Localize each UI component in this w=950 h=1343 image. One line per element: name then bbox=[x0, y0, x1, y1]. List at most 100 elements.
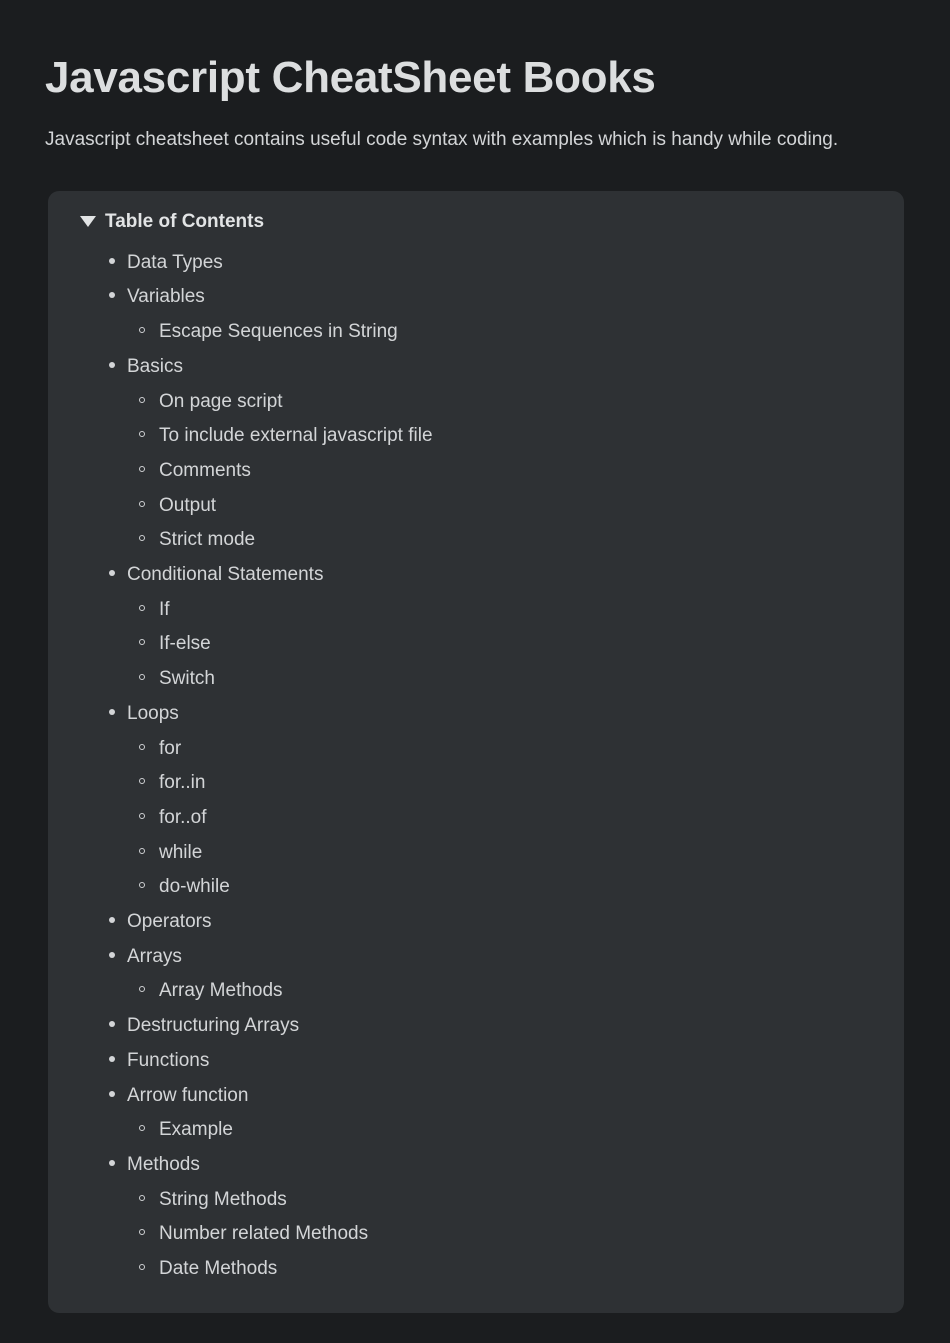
toc-entry-label: for..of bbox=[159, 806, 207, 828]
toc-entry[interactable]: Array Methods bbox=[72, 974, 880, 1009]
toc-entry[interactable]: Number related Methods bbox=[72, 1217, 880, 1252]
toc-entry[interactable]: Conditional Statements bbox=[72, 558, 880, 593]
toc-entry[interactable]: Methods bbox=[72, 1148, 880, 1183]
toc-entry[interactable]: Arrow function bbox=[72, 1079, 880, 1114]
toc-entry-label: for..in bbox=[159, 772, 206, 794]
page-description: Javascript cheatsheet contains useful co… bbox=[45, 128, 839, 150]
toc-entry-label: Destructuring Arrays bbox=[127, 1015, 300, 1037]
toc-item: Loops for for..in for..of while do-while bbox=[72, 697, 880, 905]
circle-bullet-icon bbox=[139, 870, 159, 905]
disc-bullet-icon bbox=[109, 350, 127, 385]
table-of-contents-label: Table of Contents bbox=[105, 210, 265, 232]
toc-entry[interactable]: Functions bbox=[72, 1044, 880, 1079]
toc-entry-label: To include external javascript file bbox=[159, 425, 433, 447]
toc-entry-label: Arrays bbox=[127, 945, 182, 967]
toc-entry[interactable]: Variables bbox=[72, 280, 880, 315]
toc-entry[interactable]: for..in bbox=[72, 766, 880, 801]
circle-bullet-icon bbox=[139, 593, 159, 628]
toc-entry[interactable]: Example bbox=[72, 1113, 880, 1148]
toc-entry-label: do-while bbox=[159, 876, 230, 898]
toc-entry[interactable]: do-while bbox=[72, 870, 880, 905]
toc-sub-item: Date Methods bbox=[72, 1252, 880, 1287]
toc-sub-item: Strict mode bbox=[72, 523, 880, 558]
toc-entry-label: Loops bbox=[127, 702, 179, 724]
toc-entry-label: Variables bbox=[127, 286, 205, 308]
disc-bullet-icon bbox=[109, 246, 127, 281]
circle-bullet-icon bbox=[139, 836, 159, 871]
toc-entry[interactable]: Comments bbox=[72, 454, 880, 489]
toc-sub-item: String Methods bbox=[72, 1183, 880, 1218]
circle-bullet-icon bbox=[139, 1183, 159, 1218]
toc-item: Variables Escape Sequences in String bbox=[72, 280, 880, 349]
toc-entry-label: Methods bbox=[127, 1154, 200, 1175]
toc-sub-item: Example bbox=[72, 1113, 880, 1148]
toc-entry[interactable]: If bbox=[72, 593, 880, 628]
page-container: Javascript CheatSheet Books Javascript c… bbox=[0, 0, 950, 1313]
circle-bullet-icon bbox=[139, 489, 159, 524]
toc-entry[interactable]: Escape Sequences in String bbox=[72, 315, 880, 350]
toc-sub-item: do-while bbox=[72, 870, 880, 905]
circle-bullet-icon bbox=[139, 662, 159, 697]
toc-entry-label: Number related Methods bbox=[159, 1223, 369, 1245]
disc-bullet-icon bbox=[109, 697, 127, 732]
toc-sub-list: If If-else Switch bbox=[72, 593, 880, 697]
toc-item: Conditional Statements If If-else Switch bbox=[72, 558, 880, 697]
toc-entry[interactable]: Loops bbox=[72, 697, 880, 732]
circle-bullet-icon bbox=[139, 801, 159, 836]
toc-entry[interactable]: for..of bbox=[72, 801, 880, 836]
circle-bullet-icon bbox=[139, 315, 159, 350]
toc-entry-label: Comments bbox=[159, 459, 251, 481]
page-title: Javascript CheatSheet Books bbox=[45, 53, 656, 102]
toc-entry-label: Strict mode bbox=[159, 529, 256, 551]
toc-entry-label: If-else bbox=[159, 633, 211, 655]
toc-entry-label: Output bbox=[159, 494, 217, 516]
toc-entry-label: Arrow function bbox=[127, 1084, 249, 1106]
toc-sub-item: Output bbox=[72, 489, 880, 524]
toc-sub-item: for..in bbox=[72, 766, 880, 801]
toc-sub-item: for bbox=[72, 732, 880, 767]
toc-entry-label: Switch bbox=[159, 668, 215, 690]
disc-bullet-icon bbox=[109, 280, 127, 315]
toc-entry[interactable]: Basics bbox=[72, 350, 880, 385]
toc-entry[interactable]: Date Methods bbox=[72, 1252, 880, 1287]
toc-entry[interactable]: Switch bbox=[72, 662, 880, 697]
toc-sub-item: If bbox=[72, 593, 880, 628]
toc-sub-item: On page script bbox=[72, 385, 880, 420]
toc-entry-label: String Methods bbox=[159, 1188, 287, 1210]
circle-bullet-icon bbox=[139, 1113, 159, 1148]
toc-entry[interactable]: String Methods bbox=[72, 1183, 880, 1218]
disc-bullet-icon bbox=[109, 1009, 127, 1044]
toc-entry-label: Date Methods bbox=[159, 1258, 278, 1280]
disc-bullet-icon bbox=[109, 1044, 127, 1079]
toc-sub-list: On page script To include external javasc… bbox=[72, 385, 880, 559]
toc-entry[interactable]: Operators bbox=[72, 905, 880, 940]
toc-sub-item: Array Methods bbox=[72, 974, 880, 1009]
toc-entry[interactable]: Data Types bbox=[72, 246, 880, 281]
toc-entry[interactable]: To include external javascript file bbox=[72, 419, 880, 454]
toc-entry[interactable]: Strict mode bbox=[72, 523, 880, 558]
toc-entry-label: On page script bbox=[159, 390, 283, 412]
toc-entry[interactable]: Destructuring Arrays bbox=[72, 1009, 880, 1044]
toc-entry-label: while bbox=[159, 841, 203, 863]
toc-entry[interactable]: for bbox=[72, 732, 880, 767]
toc-entry[interactable]: Arrays bbox=[72, 940, 880, 975]
toc-item: Arrow function Example bbox=[72, 1079, 880, 1148]
circle-bullet-icon bbox=[139, 627, 159, 662]
toc-entry[interactable]: On page script bbox=[72, 385, 880, 420]
circle-bullet-icon bbox=[139, 766, 159, 801]
disc-bullet-icon bbox=[109, 1079, 127, 1114]
toc-entry-label: Functions bbox=[127, 1049, 210, 1071]
toc-sub-list: String Methods Number related Methods Date… bbox=[72, 1183, 880, 1287]
circle-bullet-icon bbox=[139, 454, 159, 489]
toc-item: Data Types bbox=[72, 246, 880, 281]
toc-sub-item: Comments bbox=[72, 454, 880, 489]
circle-bullet-icon bbox=[139, 385, 159, 420]
toc-sub-item: Escape Sequences in String bbox=[72, 315, 880, 350]
circle-bullet-icon bbox=[139, 732, 159, 767]
toc-item: Operators bbox=[72, 905, 880, 940]
table-of-contents-toggle[interactable]: Table of Contents bbox=[72, 211, 880, 233]
disc-bullet-icon bbox=[109, 940, 127, 975]
toc-entry[interactable]: while bbox=[72, 836, 880, 871]
toc-entry[interactable]: Output bbox=[72, 489, 880, 524]
toc-entry[interactable]: If-else bbox=[72, 627, 880, 662]
